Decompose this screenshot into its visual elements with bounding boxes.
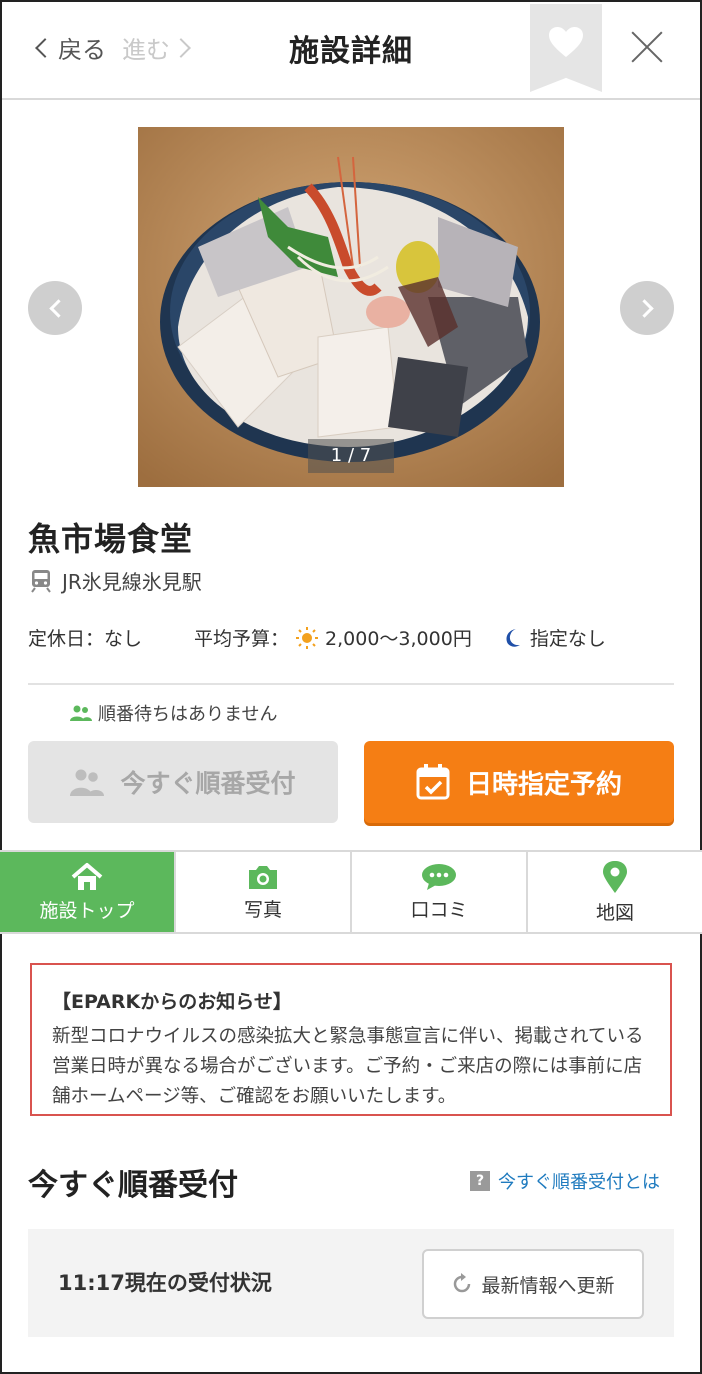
reserve-datetime-button[interactable]: 日時指定予約 <box>364 741 674 823</box>
tab-label: 施設トップ <box>39 899 135 922</box>
holiday-text: 定休日：なし <box>28 628 143 650</box>
queue-status-box: 11:17現在の受付状況 最新情報へ更新 <box>28 1229 674 1337</box>
store-tabs: 施設トップ 写真 口コミ 地図 <box>0 850 702 934</box>
refresh-label: 最新情報へ更新 <box>481 1274 615 1297</box>
sashimi-bowl-image <box>138 127 564 487</box>
tab-store-top[interactable]: 施設トップ <box>0 852 174 932</box>
chat-bubble-icon <box>422 863 456 890</box>
reserve-label: 日時指定予約 <box>465 769 622 800</box>
tab-label: 写真 <box>243 898 282 921</box>
chevron-left-icon <box>48 298 68 318</box>
store-name: 魚市場食堂 <box>28 520 194 558</box>
favorite-bookmark-button[interactable] <box>530 4 602 92</box>
station-name: JR氷見線氷見駅 <box>62 570 202 594</box>
budget-label: 平均予算： <box>194 628 290 650</box>
people-icon <box>70 705 92 721</box>
tab-label: 地図 <box>595 901 634 924</box>
gallery-next-button[interactable] <box>620 281 674 335</box>
tab-reviews[interactable]: 口コミ <box>350 852 526 932</box>
question-icon: ? <box>470 1171 490 1191</box>
dinner-budget: 指定なし <box>529 628 606 650</box>
calendar-check-icon <box>416 764 450 800</box>
budget-info: 平均予算： 2,000〜3,000円 <box>194 624 472 651</box>
store-info-row: 定休日：なし 平均予算： 2,000〜3,000円 指定なし <box>28 624 678 651</box>
section-title: 今すぐ順番受付 <box>28 1168 238 1203</box>
queue-help-link[interactable]: ? 今すぐ順番受付とは <box>470 1168 660 1194</box>
gallery-prev-button[interactable] <box>28 281 82 335</box>
gallery-counter: 1 / 7 <box>308 439 394 473</box>
chevron-right-icon <box>634 298 654 318</box>
help-link-label: 今すぐ順番受付とは <box>498 1172 660 1193</box>
sun-icon <box>296 626 319 649</box>
queue-now-button[interactable]: 今すぐ順番受付 <box>28 741 338 823</box>
camera-icon <box>249 865 277 889</box>
dinner-budget-info: 指定なし <box>500 624 606 651</box>
queue-now-label: 今すぐ順番受付 <box>120 769 296 798</box>
notice-body: 新型コロナウイルスの感染拡大と緊急事態宣言に伴い、掲載されている営業日時が異なる… <box>52 1026 644 1107</box>
tab-photos[interactable]: 写真 <box>174 852 350 932</box>
train-icon <box>31 569 51 593</box>
heart-icon <box>549 27 583 57</box>
notice-box: 【EPARKからのお知らせ】 新型コロナウイルスの感染拡大と緊急事態宣言に伴い、… <box>30 963 672 1116</box>
lunch-budget: 2,000〜3,000円 <box>325 628 472 650</box>
queue-note-text: 順番待ちはありません <box>98 704 278 725</box>
divider <box>28 683 674 685</box>
queue-status-note: 順番待ちはありません <box>70 700 277 726</box>
refresh-icon <box>454 1273 471 1293</box>
tab-map[interactable]: 地図 <box>526 852 702 932</box>
refresh-button[interactable]: 最新情報へ更新 <box>422 1249 644 1319</box>
moon-icon <box>506 628 520 647</box>
nearest-station: JR氷見線氷見駅 <box>30 566 202 595</box>
close-icon[interactable] <box>630 30 664 64</box>
map-pin-icon <box>603 860 627 893</box>
home-icon <box>71 862 103 890</box>
queue-status-text: 11:17現在の受付状況 <box>58 1271 272 1295</box>
people-icon <box>70 769 105 796</box>
notice-title: 【EPARKからのお知らせ】 <box>52 991 292 1013</box>
tab-label: 口コミ <box>410 898 468 921</box>
store-photo[interactable]: 1 / 7 <box>138 127 564 487</box>
header-bar: 戻る 進む 施設詳細 <box>2 2 700 100</box>
